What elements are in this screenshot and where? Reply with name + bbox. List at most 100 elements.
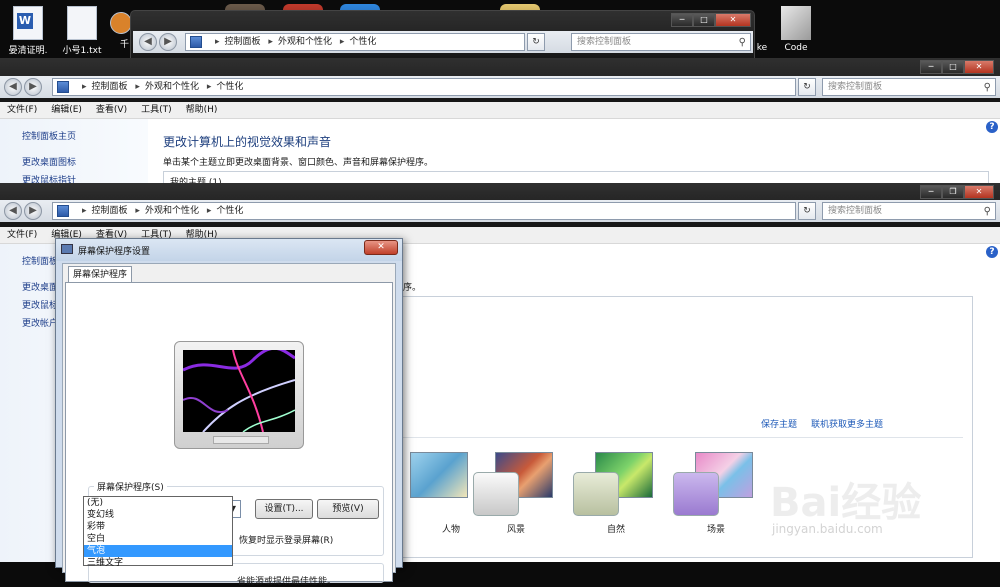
breadcrumb-item[interactable]: 个性化 <box>216 82 243 92</box>
desktop-icon-txt[interactable]: 小号1.txt <box>54 6 110 56</box>
window-2-address-bar: ◀ ▶ ▸ 控制面板 ▸ 外观和个性化 ▸ 个性化 ↻ 搜索控制面板 ⚲ <box>0 76 1000 98</box>
theme-thumb <box>410 452 468 498</box>
get-more-themes-link[interactable]: 联机获取更多主题 <box>811 417 883 430</box>
baidu-watermark: Bai经验 <box>770 480 922 526</box>
forward-button[interactable]: ▶ <box>24 202 42 220</box>
menu-file[interactable]: 文件(F) <box>0 102 44 118</box>
link-change-account-picture[interactable]: 更改帐户 <box>22 316 58 329</box>
theme-landscape[interactable]: 风景 <box>473 452 559 535</box>
link-control-panel-home[interactable]: 控制面板主页 <box>22 129 76 142</box>
desktop-icon-code[interactable]: Code <box>768 6 824 53</box>
screensaver-options-list: (无) 变幻线 彩带 空白 气泡 三维文字 <box>83 496 233 569</box>
close-button[interactable]: ✕ <box>964 185 994 199</box>
minimize-button[interactable]: ─ <box>671 13 693 27</box>
search-input[interactable]: 搜索控制面板 ⚲ <box>822 78 996 96</box>
option-none[interactable]: (无) <box>84 497 232 509</box>
theme-nature[interactable]: 自然 <box>573 452 659 535</box>
theme-glass-swatch <box>673 472 719 516</box>
menu-edit[interactable]: 编辑(E) <box>44 102 89 118</box>
text-file-icon <box>67 6 97 40</box>
breadcrumb-item[interactable]: 外观和个性化 <box>145 82 199 92</box>
search-icon: ⚲ <box>738 37 746 48</box>
address-field[interactable]: ▸ 控制面板 ▸ 外观和个性化 ▸ 个性化 <box>185 33 525 51</box>
breadcrumb-item[interactable]: 个性化 <box>349 37 376 47</box>
theme-label: 风景 <box>506 525 525 535</box>
minimize-button[interactable]: ─ <box>920 185 942 199</box>
word-file-icon <box>13 6 43 40</box>
search-input[interactable]: 搜索控制面板 ⚲ <box>822 202 996 220</box>
theme-scenes[interactable]: 场景 <box>673 452 759 535</box>
help-icon[interactable]: ? <box>986 246 998 258</box>
help-icon[interactable]: ? <box>986 121 998 133</box>
dialog-titlebar: 屏幕保护程序设置 ✕ <box>56 239 402 261</box>
forward-button[interactable]: ▶ <box>159 33 177 51</box>
theme-glass-swatch <box>573 472 619 516</box>
link-change-desktop-icons[interactable]: 更改桌面图标 <box>22 155 76 168</box>
link-change-desktop-icons[interactable]: 更改桌面 <box>22 280 58 293</box>
maximize-button[interactable]: □ <box>942 60 964 74</box>
monitor-stand <box>213 436 269 444</box>
window-2-titlebar: ─ □ ✕ ◀ ▶ ▸ 控制面板 ▸ 外观和个性化 ▸ 个性化 ↻ 搜索控制面板 ⚲ <box>0 58 1000 102</box>
desktop-icon-label: 晏清证明. <box>8 46 48 56</box>
menu-view[interactable]: 查看(V) <box>89 102 134 118</box>
page-subtext: 单击某个主题立即更改桌面背景、窗口颜色、声音和屏幕保护程序。 <box>163 158 434 168</box>
app-icon <box>110 12 132 34</box>
ribbons-preview <box>183 350 295 432</box>
desktop-icon-label: 小号1.txt <box>62 46 102 56</box>
window-2-content: 更改计算机上的视觉效果和声音 单击某个主题立即更改桌面背景、窗口颜色、声音和屏幕… <box>148 119 1000 188</box>
dialog-close-button[interactable]: ✕ <box>364 240 398 255</box>
option-bubbles[interactable]: 气泡 <box>84 545 232 557</box>
save-theme-link[interactable]: 保存主题 <box>761 417 797 430</box>
minimize-button[interactable]: ─ <box>920 60 942 74</box>
preview-monitor <box>174 341 304 449</box>
menu-file[interactable]: 文件(F) <box>0 227 44 243</box>
breadcrumb-item[interactable]: 外观和个性化 <box>145 206 199 216</box>
menu-help[interactable]: 帮助(H) <box>179 102 225 118</box>
window-1-caption-buttons: ─ □ ✕ <box>671 13 751 27</box>
address-field[interactable]: ▸ 控制面板 ▸ 外观和个性化 ▸ 个性化 <box>52 78 796 96</box>
option-mystify[interactable]: 变幻线 <box>84 509 232 521</box>
monitor-icon <box>61 244 73 254</box>
back-button[interactable]: ◀ <box>4 202 22 220</box>
close-button[interactable]: ✕ <box>715 13 751 27</box>
refresh-button[interactable]: ↻ <box>798 78 816 96</box>
close-button[interactable]: ✕ <box>964 60 994 74</box>
desktop-icon-doc[interactable]: 晏清证明. <box>0 6 56 56</box>
address-field[interactable]: ▸ 控制面板 ▸ 外观和个性化 ▸ 个性化 <box>52 202 796 220</box>
power-text: 省能源或提供最佳性能。 <box>237 577 337 587</box>
breadcrumb-item[interactable]: 控制面板 <box>92 206 128 216</box>
link-change-mouse-pointers[interactable]: 更改鼠标 <box>22 298 58 311</box>
breadcrumb-item[interactable]: 个性化 <box>216 206 243 216</box>
theme-label: 自然 <box>606 525 625 535</box>
refresh-button[interactable]: ↻ <box>798 202 816 220</box>
window-3-titlebar: ─ ❐ ✕ ◀ ▶ ▸ 控制面板 ▸ 外观和个性化 ▸ 个性化 ↻ 搜索控制面板 ⚲ <box>0 183 1000 227</box>
resume-option-text: 恢复时显示登录屏幕(R) <box>239 536 334 546</box>
option-blank[interactable]: 空白 <box>84 533 232 545</box>
link-control-panel-home[interactable]: 控制面板 <box>22 254 58 267</box>
back-button[interactable]: ◀ <box>139 33 157 51</box>
back-button[interactable]: ◀ <box>4 78 22 96</box>
refresh-button[interactable]: ↻ <box>527 33 545 51</box>
search-icon: ⚲ <box>983 82 991 93</box>
preview-button[interactable]: 预览(V) <box>317 499 379 519</box>
search-placeholder: 搜索控制面板 <box>828 206 883 216</box>
search-icon: ⚲ <box>983 206 991 217</box>
search-placeholder: 搜索控制面板 <box>828 82 883 92</box>
breadcrumb-item[interactable]: 控制面板 <box>225 37 261 47</box>
restore-button[interactable]: ❐ <box>942 185 964 199</box>
forward-button[interactable]: ▶ <box>24 78 42 96</box>
window-1-address-bar: ◀ ▶ ▸ 控制面板 ▸ 外观和个性化 ▸ 个性化 ↻ 搜索控制面板 ⚲ <box>133 31 753 53</box>
menu-tools[interactable]: 工具(T) <box>134 102 179 118</box>
window-2-left-pane: 控制面板主页 更改桌面图标 更改鼠标指针 <box>0 119 148 186</box>
option-ribbons[interactable]: 彩带 <box>84 521 232 533</box>
breadcrumb-item[interactable]: 外观和个性化 <box>278 37 332 47</box>
tab-screensaver[interactable]: 屏幕保护程序 <box>68 266 132 283</box>
breadcrumb-item[interactable]: 控制面板 <box>92 82 128 92</box>
search-input[interactable]: 搜索控制面板 ⚲ <box>571 33 751 51</box>
option-3d-text[interactable]: 三维文字 <box>84 557 232 569</box>
cube-icon <box>781 6 811 40</box>
theme-glass-swatch <box>473 472 519 516</box>
control-panel-icon <box>57 81 69 93</box>
maximize-button[interactable]: □ <box>693 13 715 27</box>
settings-button[interactable]: 设置(T)... <box>255 499 313 519</box>
